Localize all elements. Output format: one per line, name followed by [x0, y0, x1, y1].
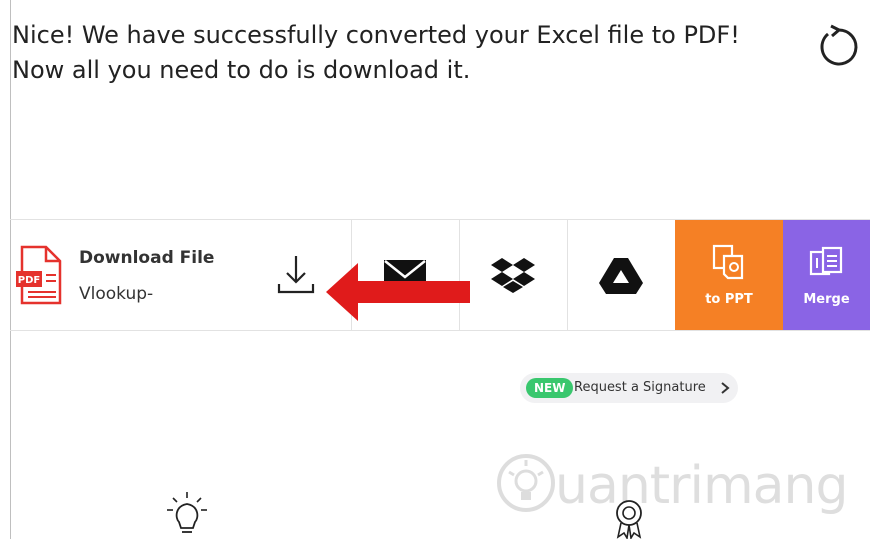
dropbox-button[interactable] [459, 220, 568, 330]
restart-icon[interactable] [815, 24, 861, 70]
request-signature-button[interactable]: NEW Request a Signature [520, 373, 738, 403]
lightbulb-icon [167, 492, 207, 533]
merge-icon [809, 246, 843, 276]
merge-button[interactable]: Merge [783, 220, 870, 330]
download-icon[interactable] [276, 254, 316, 296]
google-drive-button[interactable] [567, 220, 676, 330]
watermark-text: uantrimang [555, 456, 848, 516]
request-signature-label: Request a Signature [574, 380, 706, 395]
chevron-right-icon [721, 382, 730, 394]
to-ppt-button[interactable]: to PPT [675, 220, 783, 330]
file-name: Vlookup- [79, 284, 154, 304]
medal-icon [616, 500, 642, 539]
ppt-icon [712, 244, 744, 280]
file-title: Download File [79, 248, 215, 268]
google-drive-icon [599, 258, 643, 294]
pdf-file-icon: PDF [16, 245, 62, 305]
red-arrow-annotation [326, 263, 470, 321]
success-message: Nice! We have successfully converted you… [12, 21, 740, 84]
to-ppt-label: to PPT [705, 292, 753, 307]
merge-label: Merge [803, 292, 850, 307]
dropbox-icon [491, 258, 535, 293]
new-badge: NEW [526, 378, 574, 398]
download-file-cell[interactable]: PDF Download File Vlookup- [10, 220, 352, 330]
pdf-badge: PDF [18, 275, 40, 286]
watermark-logo [497, 454, 555, 512]
